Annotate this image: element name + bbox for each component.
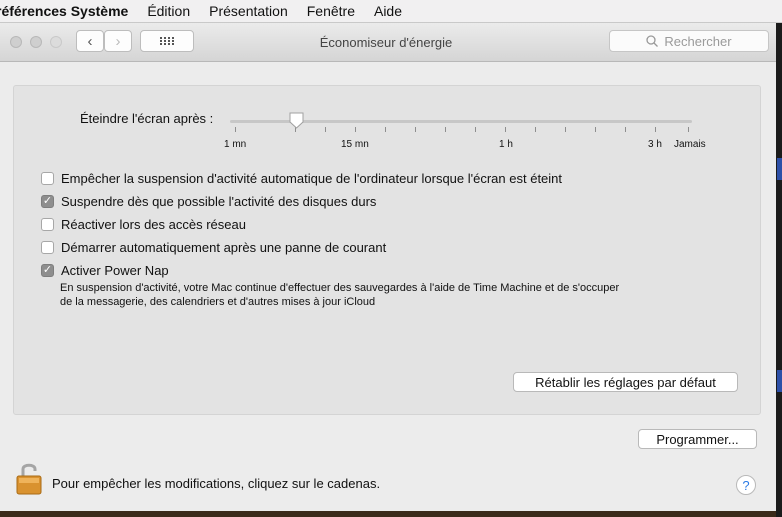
slider-tick	[595, 127, 596, 132]
checkmark-icon: ✓	[42, 194, 53, 207]
back-button[interactable]: ‹	[76, 30, 104, 52]
restore-defaults-button[interactable]: Rétablir les réglages par défaut	[513, 372, 738, 392]
tick-label-1mn: 1 mn	[224, 139, 247, 150]
grid-icon	[160, 37, 174, 45]
close-button[interactable]	[10, 36, 22, 48]
slider-tick	[475, 127, 476, 132]
desktop-background	[0, 511, 776, 517]
title-bar: ‹ › Économiseur d'énergie Rechercher	[0, 23, 776, 62]
schedule-button[interactable]: Programmer...	[638, 429, 757, 449]
option-disk-sleep[interactable]: ✓ Suspendre dès que possible l'activité …	[41, 193, 376, 209]
zoom-button[interactable]	[50, 36, 62, 48]
checkbox-restart-power[interactable]	[41, 240, 54, 254]
lock-icon[interactable]	[14, 461, 44, 495]
window-title: Économiseur d'énergie	[319, 35, 453, 50]
slider-tick	[325, 127, 326, 132]
checkmark-icon: ✓	[42, 263, 53, 276]
option-power-nap[interactable]: ✓ Activer Power Nap	[41, 262, 169, 278]
tick-label-3h: 3 h	[648, 139, 662, 150]
search-icon	[646, 35, 659, 47]
checkbox-disk-sleep[interactable]: ✓	[41, 194, 54, 208]
option-label: Suspendre dès que possible l'activité de…	[61, 193, 377, 209]
option-label: Réactiver lors des accès réseau	[61, 216, 246, 232]
slider-tick	[625, 127, 626, 132]
tick-label-1h: 1 h	[499, 139, 513, 150]
slider-tick	[535, 127, 536, 132]
option-label: Démarrer automatiquement après une panne…	[61, 239, 387, 255]
option-wake-network[interactable]: Réactiver lors des accès réseau	[41, 216, 246, 232]
energy-saver-window: ‹ › Économiseur d'énergie Rechercher Éte…	[0, 23, 776, 517]
tick-label-jamais: Jamais	[674, 139, 706, 150]
help-button[interactable]: ?	[736, 475, 756, 495]
minimize-button[interactable]	[30, 36, 42, 48]
slider-tick	[385, 127, 386, 132]
desktop-background-detail	[777, 158, 782, 180]
menu-aide[interactable]: Aide	[374, 3, 402, 19]
tick-label-15mn: 15 mn	[341, 139, 369, 150]
search-placeholder: Rechercher	[664, 33, 732, 49]
slider-tick	[235, 127, 236, 132]
option-restart-power[interactable]: Démarrer automatiquement après une panne…	[41, 239, 386, 255]
checkbox-wake-network[interactable]	[41, 217, 54, 231]
slider-tick	[688, 127, 689, 132]
menu-bar: références Système Édition Présentation …	[0, 0, 782, 23]
forward-button[interactable]: ›	[104, 30, 132, 52]
slider-tick	[505, 127, 506, 132]
menu-edition[interactable]: Édition	[147, 3, 190, 19]
option-label: Activer Power Nap	[61, 262, 169, 278]
menu-presentation[interactable]: Présentation	[209, 3, 288, 19]
option-label: Empêcher la suspension d'activité automa…	[61, 170, 563, 186]
search-field[interactable]: Rechercher	[609, 30, 769, 52]
chevron-left-icon: ‹	[87, 32, 93, 50]
checkbox-power-nap[interactable]: ✓	[41, 263, 54, 277]
chevron-right-icon: ›	[115, 32, 121, 50]
show-all-button[interactable]	[140, 30, 194, 52]
option-prevent-sleep[interactable]: Empêcher la suspension d'activité automa…	[41, 170, 562, 186]
checkbox-prevent-sleep[interactable]	[41, 171, 54, 185]
slider-tick	[565, 127, 566, 132]
desktop-background-detail	[777, 370, 782, 392]
slider-tick	[415, 127, 416, 132]
desktop-edge	[776, 23, 782, 517]
power-nap-description: En suspension d'activité, votre Mac cont…	[60, 282, 620, 308]
menu-app-name[interactable]: références Système	[0, 3, 128, 19]
menu-fenetre[interactable]: Fenêtre	[307, 3, 355, 19]
slider-label: Éteindre l'écran après :	[80, 111, 214, 126]
slider-tick	[655, 127, 656, 132]
slider-tick	[445, 127, 446, 132]
slider-knob[interactable]	[289, 112, 304, 129]
settings-panel: Éteindre l'écran après : 1 mn 15 mn 1 h …	[13, 85, 761, 415]
slider-tick	[355, 127, 356, 132]
lock-message: Pour empêcher les modifications, cliquez…	[52, 476, 381, 491]
